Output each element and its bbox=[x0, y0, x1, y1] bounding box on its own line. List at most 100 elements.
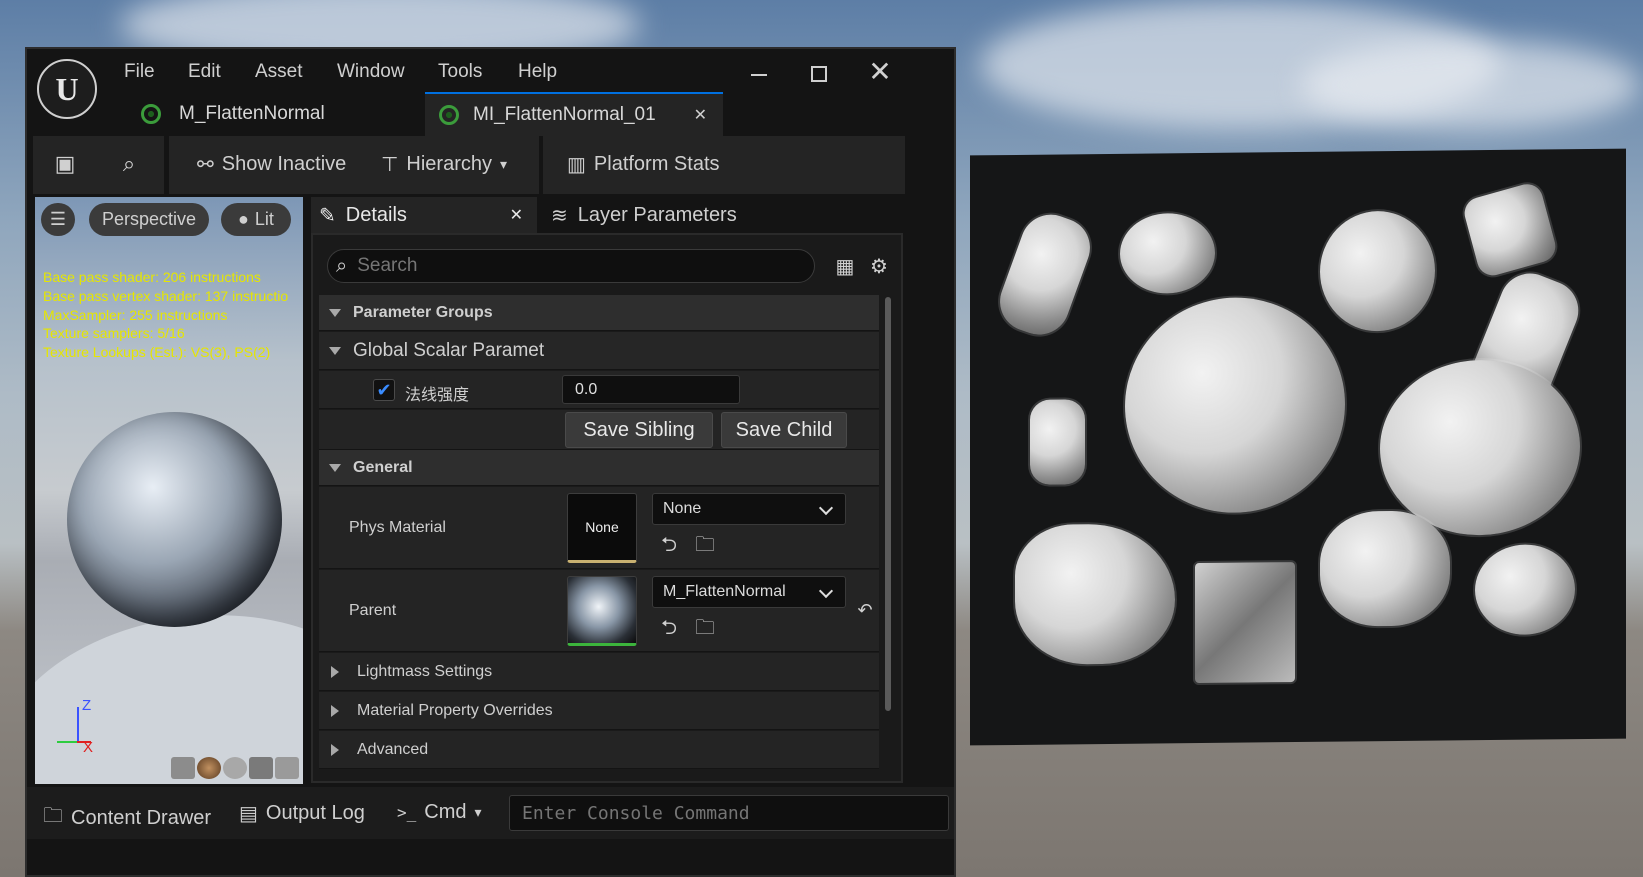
scene-sculpture-panel bbox=[970, 148, 1626, 746]
show-inactive-button[interactable]: ⚯ Show Inactive bbox=[197, 152, 346, 177]
perspective-button[interactable]: Perspective bbox=[89, 203, 209, 236]
chevron-down-icon: ▾ bbox=[500, 156, 508, 172]
menu-tools[interactable]: Tools bbox=[438, 61, 482, 83]
cmd-dropdown[interactable]: >_ Cmd ▾ bbox=[397, 801, 482, 824]
output-log-icon: ▤ bbox=[239, 803, 258, 825]
save-child-button[interactable]: Save Child bbox=[721, 412, 847, 448]
browse-folder-icon[interactable]: 🗀 bbox=[693, 616, 717, 640]
search-input[interactable] bbox=[357, 255, 778, 277]
content-drawer-button[interactable]: 🗀 Content Drawer bbox=[43, 801, 211, 835]
content-drawer-icon: 🗀 bbox=[43, 805, 63, 827]
use-selected-arrow-icon[interactable]: ⮌ bbox=[657, 616, 681, 640]
phys-material-dropdown[interactable]: None bbox=[652, 493, 846, 525]
menu-help[interactable]: Help bbox=[518, 61, 557, 83]
browse-folder-icon[interactable]: 🗀 bbox=[693, 533, 717, 557]
group-lightmass[interactable]: Lightmass Settings bbox=[319, 653, 879, 691]
group-advanced[interactable]: Advanced bbox=[319, 731, 879, 769]
search-box[interactable]: ⌕ bbox=[327, 249, 815, 283]
expand-arrow-icon bbox=[329, 463, 341, 472]
lit-button[interactable]: ● Lit bbox=[221, 203, 291, 236]
close-window-button[interactable]: ✕ bbox=[867, 57, 893, 87]
chevron-down-icon bbox=[818, 500, 834, 516]
perspective-label: Perspective bbox=[101, 209, 197, 229]
save-sibling-button[interactable]: Save Sibling bbox=[565, 412, 713, 448]
cmd-label: Cmd bbox=[424, 801, 467, 823]
details-tab[interactable]: ✎ Details ✕ bbox=[311, 197, 537, 233]
browse-asset-icon[interactable]: ⌕ bbox=[117, 152, 141, 176]
save-child-label: Save Child bbox=[735, 418, 833, 441]
group-material-overrides[interactable]: Material Property Overrides bbox=[319, 692, 879, 730]
material-instance-editor-window: U File Edit Asset Window Tools Help ✕ M_… bbox=[25, 47, 956, 877]
save-icon[interactable]: ▣ bbox=[53, 152, 77, 176]
details-scrollbar[interactable] bbox=[885, 297, 891, 711]
tab-m-flattennormal[interactable]: M_FlattenNormal bbox=[127, 92, 417, 136]
parameter-value-field[interactable] bbox=[562, 375, 740, 404]
sphere-icon[interactable] bbox=[197, 757, 221, 779]
expand-arrow-icon bbox=[329, 308, 341, 317]
parent-thumbnail[interactable] bbox=[567, 576, 637, 646]
phys-material-thumbnail[interactable]: None bbox=[567, 493, 637, 563]
table-view-icon[interactable]: ▦ bbox=[833, 255, 857, 279]
plane-icon[interactable] bbox=[223, 757, 247, 779]
hierarchy-button[interactable]: ⊤ Hierarchy ▾ bbox=[381, 152, 507, 177]
use-selected-arrow-icon[interactable]: ⮌ bbox=[657, 533, 681, 557]
console-command-input[interactable] bbox=[509, 795, 949, 831]
preview-viewport[interactable]: ☰ Perspective ● Lit Base pass shader: 206… bbox=[35, 197, 303, 784]
maximize-button[interactable] bbox=[811, 66, 827, 82]
menu-asset[interactable]: Asset bbox=[255, 61, 303, 83]
close-tab-icon[interactable]: ✕ bbox=[694, 105, 707, 125]
close-details-icon[interactable]: ✕ bbox=[510, 205, 523, 225]
toolbar-save-group: ▣ ⌕ bbox=[33, 136, 164, 194]
cylinder-icon[interactable] bbox=[171, 757, 195, 779]
stat-line: Base pass shader: 206 instructions bbox=[43, 269, 261, 285]
layers-icon: ≋ bbox=[551, 204, 568, 227]
cube-icon[interactable] bbox=[249, 757, 273, 779]
collapse-arrow-icon bbox=[331, 743, 339, 756]
phys-material-label: Phys Material bbox=[349, 519, 446, 536]
hierarchy-label: Hierarchy bbox=[406, 153, 492, 175]
toolbar-main-group: ⚯ Show Inactive ⊤ Hierarchy ▾ bbox=[169, 136, 539, 194]
group-general[interactable]: General bbox=[319, 450, 879, 486]
reset-arrow-icon[interactable]: ↶ bbox=[853, 598, 877, 622]
menu-window[interactable]: Window bbox=[337, 61, 405, 83]
parent-dropdown[interactable]: M_FlattenNormal bbox=[652, 576, 846, 608]
menu-file[interactable]: File bbox=[124, 61, 155, 83]
group-label: Advanced bbox=[357, 740, 429, 758]
lit-sphere-icon: ● bbox=[238, 209, 249, 229]
unreal-logo-icon[interactable]: U bbox=[37, 59, 97, 119]
parent-label: Parent bbox=[349, 602, 397, 619]
dropdown-value: None bbox=[663, 500, 702, 517]
expand-arrow-icon bbox=[329, 346, 341, 355]
axis-gizmo: Z X bbox=[49, 697, 109, 757]
pencil-icon: ✎ bbox=[319, 204, 336, 227]
viewport-menu-button[interactable]: ☰ bbox=[41, 203, 75, 236]
group-global-scalar[interactable]: Global Scalar Paramet bbox=[319, 332, 879, 370]
preview-sphere bbox=[67, 412, 282, 627]
parameter-enable-checkbox[interactable]: ✔ bbox=[373, 379, 395, 401]
settings-gear-icon[interactable]: ⚙ bbox=[867, 255, 891, 279]
menu-edit[interactable]: Edit bbox=[188, 61, 221, 83]
group-parameter-groups[interactable]: Parameter Groups bbox=[319, 295, 879, 331]
preview-shape-selector[interactable] bbox=[171, 757, 299, 781]
tab-mi-flattennormal-01[interactable]: MI_FlattenNormal_01 ✕ bbox=[425, 92, 723, 136]
layer-parameters-label: Layer Parameters bbox=[577, 203, 737, 226]
graph-icon: ⚯ bbox=[197, 154, 214, 176]
parent-row: Parent M_FlattenNormal ⮌ 🗀 ↶ bbox=[319, 570, 879, 652]
axis-z-label: Z bbox=[82, 697, 92, 714]
platform-stats-button[interactable]: ▥ Platform Stats bbox=[567, 152, 720, 177]
parameter-name: 法线强度 bbox=[405, 387, 470, 404]
stat-line: MaxSampler: 255 instructions bbox=[43, 307, 228, 323]
thumbnail-label: None bbox=[585, 519, 619, 535]
collapse-arrow-icon bbox=[331, 704, 339, 717]
tab-label: M_FlattenNormal bbox=[179, 103, 325, 124]
minimize-button[interactable] bbox=[751, 74, 767, 76]
save-sibling-label: Save Sibling bbox=[583, 418, 695, 441]
search-icon: ⌕ bbox=[336, 254, 348, 277]
layer-parameters-tab[interactable]: ≋ Layer Parameters bbox=[543, 197, 823, 233]
mesh-icon[interactable] bbox=[275, 757, 299, 779]
axis-x-label: X bbox=[83, 739, 94, 756]
details-tab-label: Details bbox=[345, 203, 407, 226]
output-log-button[interactable]: ▤ Output Log bbox=[239, 801, 365, 826]
stats-icon: ▥ bbox=[567, 154, 586, 176]
stat-line: Base pass vertex shader: 137 instructio bbox=[43, 288, 289, 304]
